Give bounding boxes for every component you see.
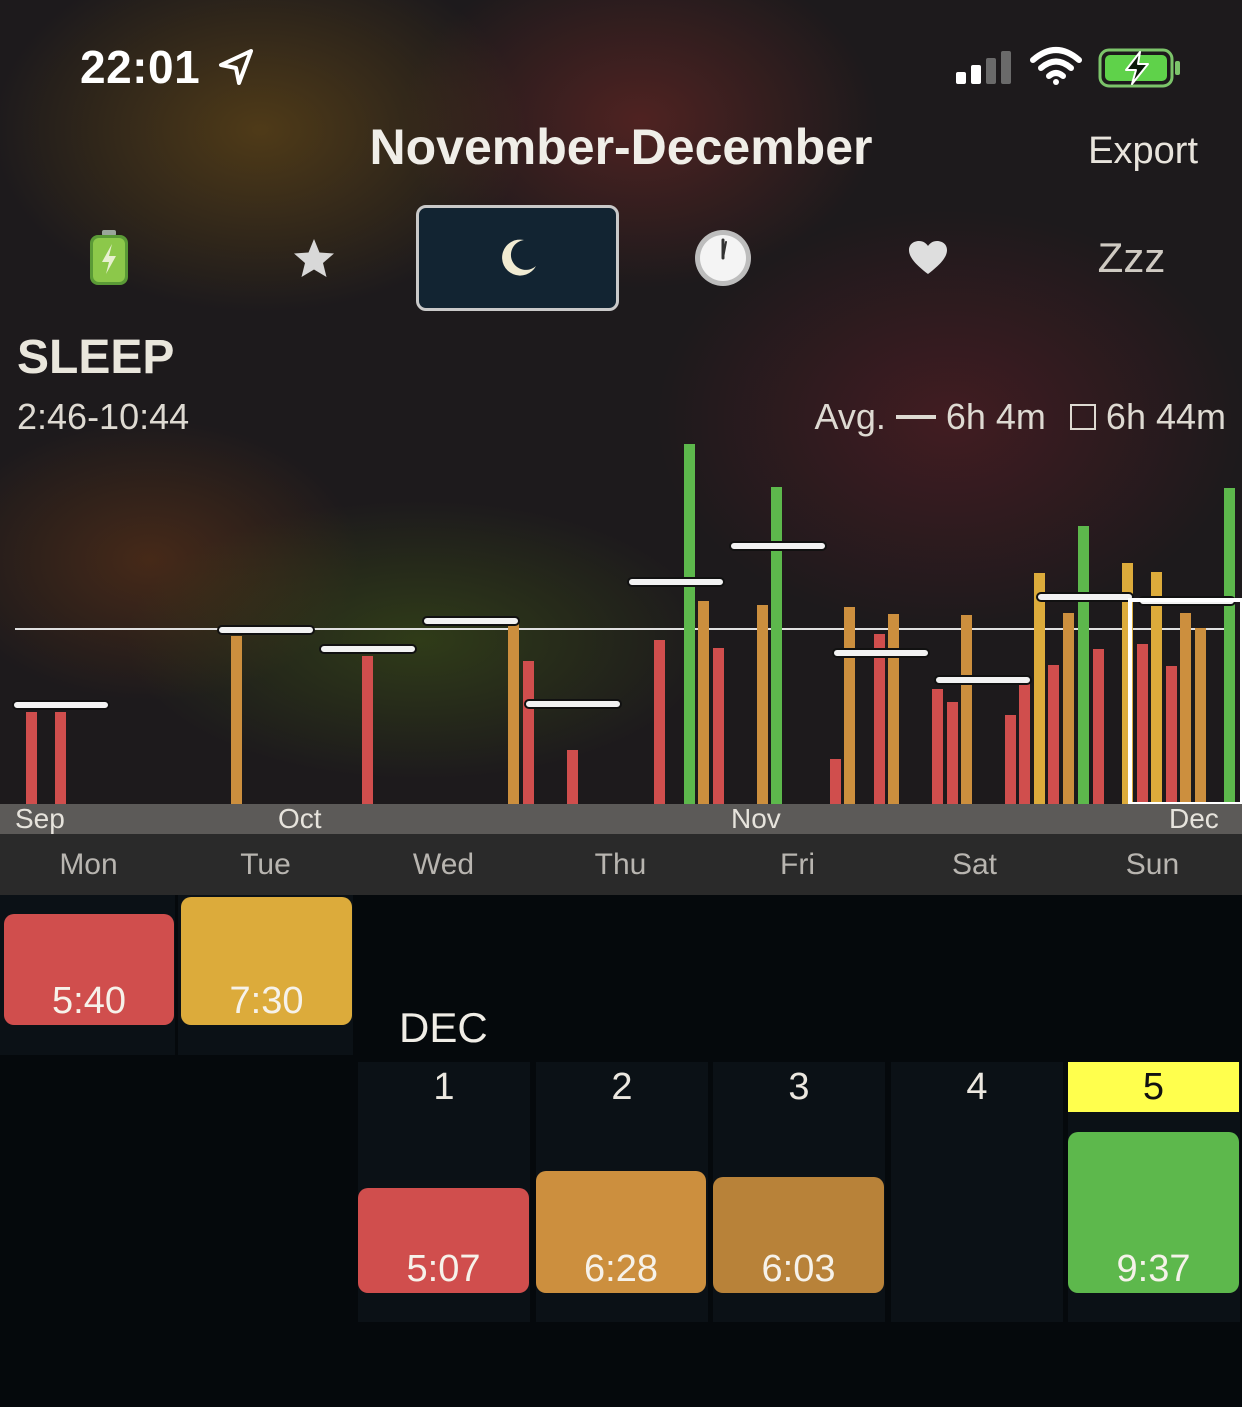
weekly-average-marker	[524, 699, 622, 709]
zzz-label: Zzz	[1097, 234, 1166, 281]
tab-time[interactable]	[621, 205, 824, 311]
sleep-bar	[1195, 628, 1206, 804]
sleep-bar	[713, 648, 724, 804]
tab-energy[interactable]	[7, 205, 210, 311]
sleep-bar	[1166, 666, 1177, 804]
sleep-bar	[1093, 649, 1104, 804]
day-number: 2	[611, 1066, 633, 1108]
tab-rating[interactable]	[212, 205, 415, 311]
clock-icon	[694, 230, 751, 286]
sleep-block[interactable]: 9:37	[1068, 1132, 1239, 1293]
weekday-header: Mon Tue Wed Thu Fri Sat Sun	[0, 834, 1242, 895]
month-label: Sep	[15, 803, 65, 834]
weekday-label: Mon	[59, 848, 118, 881]
page-title: November-December	[369, 119, 873, 175]
sleep-bar-chart[interactable]	[0, 430, 1242, 804]
avg-line-legend	[895, 415, 936, 419]
sleep-bar	[1048, 665, 1059, 804]
battery-icon	[89, 230, 128, 285]
sleep-bar	[698, 601, 709, 804]
sleep-block[interactable]: 6:03	[713, 1177, 884, 1293]
tab-heart[interactable]	[826, 205, 1029, 311]
avg-box-legend	[1069, 404, 1096, 430]
export-button[interactable]: Export	[1088, 130, 1198, 173]
clock-text: 22:01	[80, 41, 201, 93]
sleep-bar	[1180, 613, 1191, 804]
day-number: 1	[433, 1066, 455, 1108]
weekly-average-marker	[12, 700, 110, 710]
sleep-bar	[844, 607, 855, 804]
weekday-label: Sun	[1125, 848, 1180, 881]
sleep-bar	[684, 444, 695, 804]
wifi-icon	[1030, 47, 1082, 85]
month-axis: Sep Oct Nov Dec	[0, 804, 1242, 834]
section-title: SLEEP	[17, 331, 175, 384]
weekly-average-marker	[729, 541, 827, 551]
status-time: 22:01	[80, 40, 257, 94]
weekday-label: Thu	[594, 848, 647, 881]
sleep-bar	[523, 661, 534, 804]
sleep-bar	[1063, 613, 1074, 804]
sleep-bar	[362, 656, 373, 804]
weekly-average-marker	[422, 616, 520, 626]
day-number: 3	[788, 1066, 810, 1108]
sleep-bar	[1151, 572, 1162, 804]
sleep-bar	[947, 702, 958, 804]
sleep-bar	[508, 618, 519, 804]
sleep-bar	[771, 487, 782, 804]
weekly-average-marker	[217, 625, 315, 635]
sleep-bar	[1034, 573, 1045, 804]
weekly-average-marker	[627, 577, 725, 587]
weekly-average-marker	[319, 644, 417, 654]
sleep-bar	[567, 750, 578, 804]
sleep-block[interactable]: 5:40	[4, 914, 174, 1025]
star-icon	[293, 239, 334, 277]
month-label: Dec	[1169, 803, 1219, 834]
tab-sleep[interactable]	[416, 205, 619, 311]
tab-zzz[interactable]: Zzz	[1030, 205, 1233, 311]
month-heading: DEC	[399, 1004, 488, 1051]
sleep-block[interactable]: 7:30	[181, 897, 352, 1025]
sleep-bar	[888, 614, 899, 804]
sleep-bar	[231, 636, 242, 804]
location-arrow-icon	[219, 49, 254, 85]
sleep-bar	[654, 640, 665, 804]
sleep-bar	[1019, 684, 1030, 804]
weekly-average-marker	[832, 648, 930, 658]
sleep-bar	[932, 689, 943, 804]
cellular-signal-icon	[956, 51, 1011, 84]
day-number: 4	[966, 1066, 988, 1108]
sleep-bar	[1005, 715, 1016, 804]
weekday-label: Sat	[951, 848, 998, 881]
chart-panel: 22:01 November-December Export Zzz SLEEP…	[0, 0, 1242, 895]
weekly-average-marker	[1036, 592, 1134, 602]
sleep-bar	[757, 605, 768, 804]
month-label: Nov	[731, 803, 781, 834]
weekday-label: Tue	[240, 848, 291, 881]
sleep-bar	[55, 712, 66, 804]
weekday-label: Fri	[780, 848, 815, 881]
battery-charging-icon	[1098, 48, 1180, 88]
heart-icon	[908, 241, 947, 274]
sleep-bar	[1224, 488, 1235, 804]
sleep-block[interactable]: 6:28	[536, 1171, 706, 1293]
weekly-average-marker	[934, 675, 1032, 685]
sleep-bar	[874, 634, 885, 804]
sleep-block[interactable]: 5:07	[358, 1188, 529, 1293]
sleep-bar	[1137, 644, 1148, 804]
weekday-label: Wed	[412, 848, 475, 881]
sleep-bar	[26, 712, 37, 804]
sleep-bar	[1078, 526, 1089, 804]
sleep-bar	[830, 759, 841, 804]
day-number-today: 5	[1142, 1066, 1165, 1108]
sleep-bar	[961, 615, 972, 804]
moon-icon	[501, 239, 536, 276]
month-label: Oct	[278, 803, 322, 834]
